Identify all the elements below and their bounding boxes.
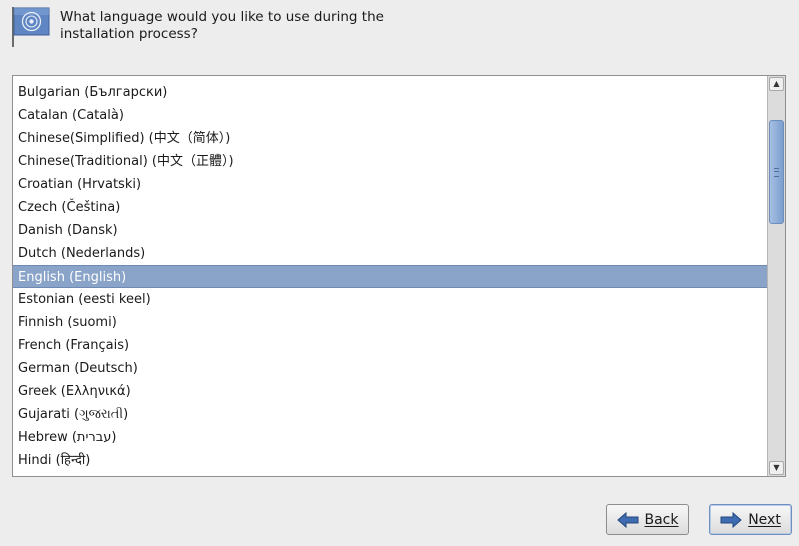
language-item[interactable]: Hebrew (עברית)	[13, 426, 768, 449]
scroll-thumb[interactable]	[769, 120, 784, 224]
language-item[interactable]: Finnish (suomi)	[13, 311, 768, 334]
language-list-items: Bulgarian (Български) Catalan (Català) Chi…	[13, 76, 768, 476]
language-item[interactable]: Croatian (Hrvatski)	[13, 173, 768, 196]
language-list[interactable]: Bulgarian (Български) Catalan (Català) Chi…	[12, 75, 786, 477]
arrow-left-icon	[616, 511, 638, 528]
language-item[interactable]: Gujarati (ગુજરાતી)	[13, 403, 768, 426]
scroll-down-button[interactable]: ▼	[769, 461, 784, 475]
language-item[interactable]: Dutch (Nederlands)	[13, 242, 768, 265]
language-item[interactable]: Bulgarian (Български)	[13, 81, 768, 104]
header: What language would you like to use duri…	[0, 0, 799, 60]
language-item[interactable]: Catalan (Català)	[13, 104, 768, 127]
scrollbar[interactable]: ▲ ▼	[767, 76, 785, 476]
language-item[interactable]: German (Deutsch)	[13, 357, 768, 380]
language-item[interactable]: Chinese(Traditional) (中文（正體）)	[13, 150, 768, 173]
language-item[interactable]: Chinese(Simplified) (中文（简体）)	[13, 127, 768, 150]
language-item[interactable]: French (Français)	[13, 334, 768, 357]
arrow-right-icon	[720, 511, 742, 528]
scroll-up-button[interactable]: ▲	[769, 77, 784, 91]
language-item[interactable]: English (English)	[13, 265, 768, 288]
language-item[interactable]: Czech (Čeština)	[13, 196, 768, 219]
grip-icon	[774, 168, 779, 177]
language-item[interactable]: Danish (Dansk)	[13, 219, 768, 242]
language-item[interactable]: Greek (Ελληνικά)	[13, 380, 768, 403]
back-button-label: Back	[644, 511, 679, 528]
language-item[interactable]: Estonian (eesti keel)	[13, 288, 768, 311]
flag-icon	[12, 7, 50, 47]
next-button-label: Next	[748, 511, 781, 528]
language-item[interactable]: Hindi (हिन्दी)	[13, 449, 768, 472]
back-button[interactable]: Back	[606, 504, 689, 535]
next-button[interactable]: Next	[709, 504, 792, 535]
language-prompt: What language would you like to use duri…	[60, 9, 384, 42]
